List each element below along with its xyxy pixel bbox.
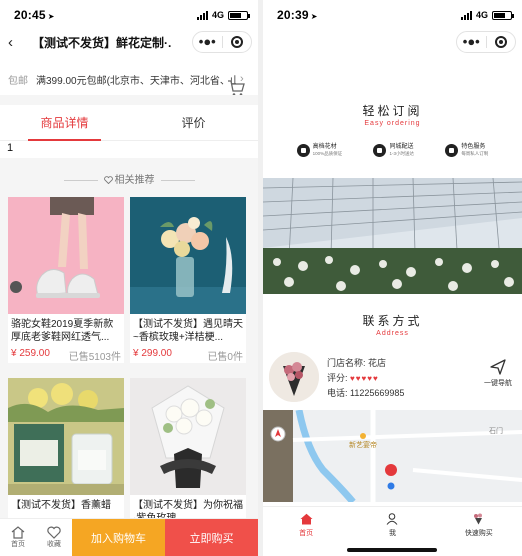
- map-street-label: 石门: [489, 428, 503, 435]
- bottom-action-bar: 首页 收藏 加入购物车 立即购买: [0, 518, 258, 556]
- nav-bar: •●•: [263, 30, 522, 54]
- shipping-label: 包邮: [8, 75, 28, 87]
- home-icon: [11, 526, 25, 539]
- feature-list: 高档花材 100%品质保证 同城配送 1-3小时送达 特色服务 每周私人订制: [263, 143, 522, 157]
- product-card[interactable]: 骆驼女鞋2019夏季新款厚底老爹鞋网红透气... ¥ 259.00 已售5103…: [8, 197, 124, 363]
- status-bar: 20:39 ➤ 4G: [263, 0, 522, 30]
- user-icon: [387, 513, 398, 525]
- tab-reviews[interactable]: 评价: [129, 105, 258, 140]
- tab-bar: 首页 我 快速购买: [263, 506, 522, 544]
- tab-home-label: 首页: [299, 530, 314, 537]
- detail-content-text: 1: [7, 142, 14, 154]
- contact-subtitle: Address: [376, 330, 409, 337]
- bouquet-icon: [474, 513, 483, 525]
- shop-name: 门店名称: 花店: [327, 358, 387, 368]
- signal-icon: [460, 10, 472, 20]
- signal-icon: [196, 10, 208, 20]
- store-map[interactable]: 新艺宴帝 石门: [263, 410, 522, 502]
- related-header: 相关推荐: [0, 171, 258, 186]
- tab-home[interactable]: 首页: [263, 507, 349, 544]
- shop-phone[interactable]: 电话: 11225669985: [327, 386, 404, 401]
- location-arrow-icon: ➤: [47, 12, 55, 21]
- home-indicator: [347, 548, 437, 552]
- product-detail-screen: 20:45 ➤ 4G ‹ 【测试不发货】鲜花定制·... •●• 包邮 满399.…: [0, 0, 258, 556]
- map-poi-label: 新艺宴帝: [349, 442, 377, 449]
- battery-icon: [492, 10, 514, 20]
- navigate-label: 一键导航: [484, 380, 512, 387]
- add-to-cart-button[interactable]: 加入购物车: [72, 519, 165, 556]
- close-program-icon[interactable]: [223, 36, 252, 48]
- tab-me[interactable]: 我: [349, 507, 435, 544]
- product-price: ¥ 299.00: [133, 348, 172, 359]
- product-sold: 已售0件: [207, 352, 243, 363]
- delivery-icon: [373, 143, 387, 157]
- shop-info-card: 门店名称: 花店 评分: ♥♥♥♥♥ 电话: 11225669985 一键导航: [263, 352, 522, 408]
- heart-icon: [47, 526, 61, 539]
- product-name: 骆驼女鞋2019夏季新款厚底老爹鞋网红透气...: [11, 319, 114, 343]
- greenhouse-banner-image: [263, 178, 522, 294]
- more-menu-icon[interactable]: •●•: [193, 32, 222, 52]
- navigate-button[interactable]: 一键导航: [478, 358, 518, 388]
- feature-item: 高档花材 100%品质保证: [296, 143, 342, 157]
- battery-icon: [228, 10, 250, 20]
- back-button[interactable]: ‹: [0, 34, 24, 51]
- tab-quick-buy[interactable]: 快速购买: [436, 507, 522, 544]
- home-label: 首页: [11, 541, 25, 548]
- close-program-icon[interactable]: [487, 36, 516, 48]
- related-title: 相关推荐: [114, 175, 155, 186]
- detail-tabs: 商品详情 评价: [0, 105, 258, 141]
- page-title: 【测试不发货】鲜花定制·...: [32, 35, 172, 50]
- shop-home-screen: 20:39 ➤ 4G •●• 轻松订阅 Easy ordering 高档花材 100…: [263, 0, 522, 556]
- mini-program-capsule: •●•: [456, 31, 516, 53]
- product-price: ¥ 259.00: [11, 348, 50, 359]
- subscribe-title: 轻松订阅: [362, 104, 423, 118]
- tab-quick-buy-label: 快速购买: [464, 530, 493, 537]
- feature-item: 同城配送 1-3小时送达: [373, 143, 414, 157]
- nav-bar: ‹ 【测试不发货】鲜花定制·... •●•: [0, 30, 258, 54]
- buy-now-button[interactable]: 立即购买: [165, 519, 258, 556]
- product-image-bouquet: [130, 197, 246, 314]
- mini-program-capsule: •●•: [192, 31, 252, 53]
- status-time: 20:39: [277, 8, 309, 22]
- home-button[interactable]: 首页: [0, 519, 36, 556]
- more-menu-icon[interactable]: •●•: [457, 32, 486, 52]
- flower-icon: [296, 143, 310, 157]
- home-icon: [300, 513, 313, 525]
- favorite-button[interactable]: 收藏: [36, 519, 72, 556]
- heart-icon: [103, 176, 113, 185]
- tab-me-label: 我: [388, 530, 396, 537]
- product-name: 【测试不发货】遇见晴天~香槟玫瑰+洋桔梗...: [133, 319, 243, 343]
- location-arrow-icon: ➤: [310, 12, 318, 21]
- status-bar: 20:45 ➤ 4G: [0, 0, 258, 30]
- navigation-arrow-icon: [490, 359, 506, 375]
- network-label: 4G: [475, 10, 488, 20]
- product-card[interactable]: 【测试不发货】遇见晴天~香槟玫瑰+洋桔梗... ¥ 299.00 已售0件: [130, 197, 246, 363]
- status-time: 20:45: [14, 8, 46, 22]
- shop-avatar: [269, 352, 319, 402]
- shipping-bar[interactable]: 包邮 满399.00元包邮(北京市、天津市、河北省、山... ›: [0, 66, 258, 92]
- subscribe-subtitle: Easy ordering: [364, 120, 421, 127]
- network-label: 4G: [211, 10, 224, 20]
- favorite-label: 收藏: [47, 541, 61, 548]
- contact-title: 联系方式: [362, 314, 423, 328]
- rating-label: 评分:: [327, 373, 348, 383]
- rating-stars: ♥♥♥♥♥: [350, 374, 379, 383]
- product-sold: 已售5103件: [68, 352, 121, 363]
- product-image-candle: [8, 378, 124, 495]
- tab-product-detail[interactable]: 商品详情: [0, 105, 129, 141]
- product-card[interactable]: 【测试不发货】香薰蜡: [8, 378, 124, 525]
- feature-item: 特色服务 每周私人订制: [445, 143, 488, 157]
- shipping-text: 满399.00元包邮(北京市、天津市、河北省、山...: [36, 75, 236, 87]
- service-icon: [445, 143, 459, 157]
- product-image-shoes: [8, 197, 124, 314]
- product-card[interactable]: 【测试不发货】为你祝福·紫色玫瑰: [130, 378, 246, 525]
- product-image-white-bouquet: [130, 378, 246, 495]
